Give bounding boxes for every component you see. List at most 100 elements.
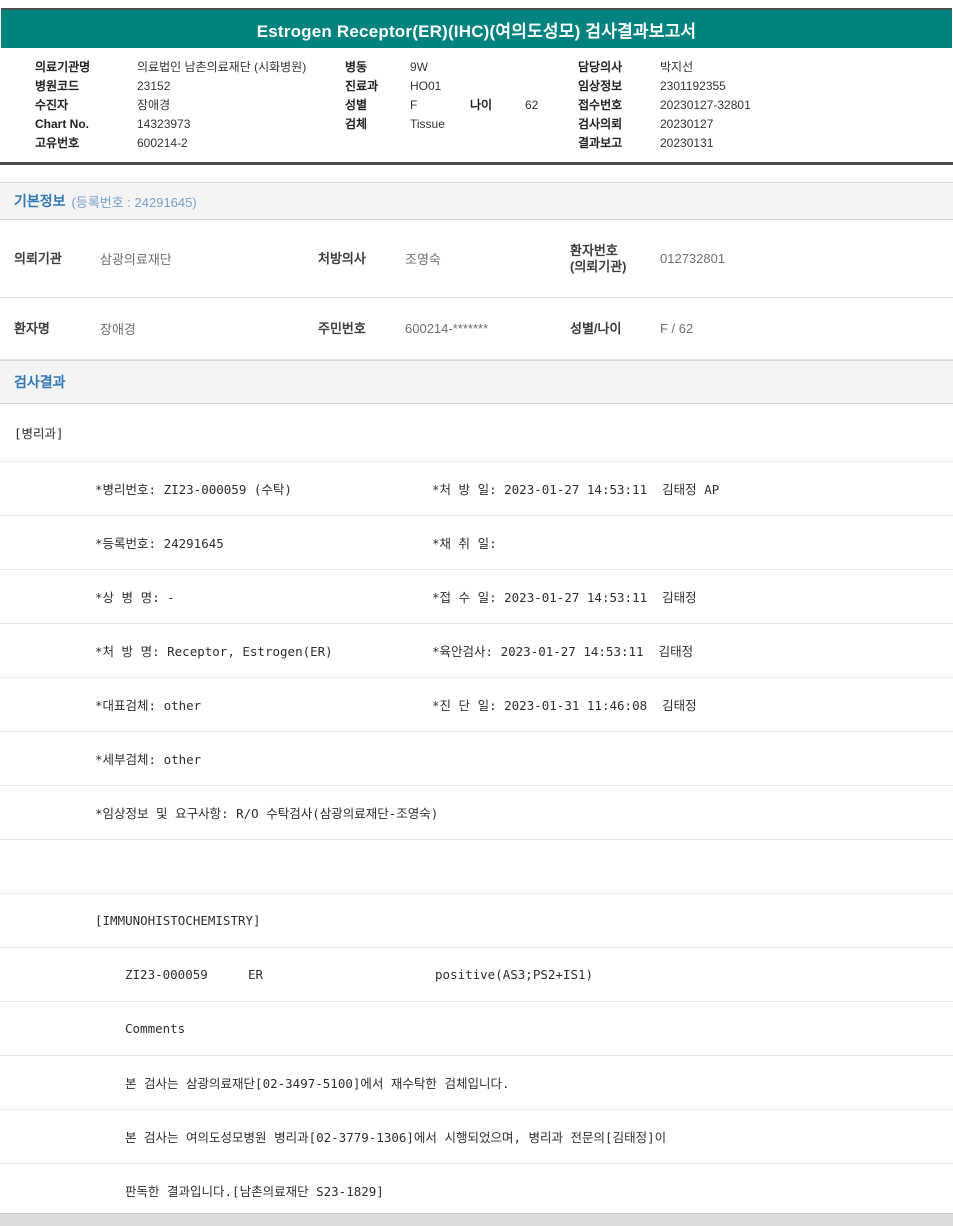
ihc-specimen-no: ZI23-000059 bbox=[125, 967, 208, 982]
field-row: 검체 Tissue bbox=[345, 115, 578, 134]
table-row: 의뢰기관 삼광의료재단 처방의사 조영숙 환자번호 (의뢰기관) 01273280… bbox=[0, 220, 953, 298]
field-label: 의뢰기관 bbox=[14, 250, 62, 266]
field-label: 병원코드 bbox=[35, 79, 80, 93]
results-table: [병리과] *병리번호: ZI23-000059 (수탁) *처 방 일: 20… bbox=[0, 404, 953, 1218]
field-label: 병동 bbox=[345, 60, 368, 74]
field-label: 검사의뢰 bbox=[578, 117, 623, 131]
field-label: 담당의사 bbox=[578, 60, 623, 74]
field-value: 600214-2 bbox=[137, 136, 188, 150]
field-value: 012732801 bbox=[660, 251, 726, 266]
result-row: *상 병 명: - *접 수 일: 2023-01-27 14:53:11 김태… bbox=[0, 570, 953, 624]
comment-line: 판독한 결과입니다.[남촌의료재단 S23-1829] bbox=[125, 1184, 384, 1199]
field-row: 검사의뢰 20230127 bbox=[578, 115, 953, 134]
field-row: 진료과 HO01 bbox=[345, 77, 578, 96]
section-title: 검사결과 bbox=[14, 374, 66, 390]
result-field-left: *대표검체: other bbox=[95, 698, 202, 713]
field-label: 결과보고 bbox=[578, 136, 623, 150]
field-row: 결과보고 20230131 bbox=[578, 134, 953, 153]
field-row: 병동 9W bbox=[345, 58, 578, 77]
field-value: HO01 bbox=[410, 79, 442, 93]
field-value: 장애경 bbox=[100, 322, 136, 337]
comment-row: 판독한 결과입니다.[남촌의료재단 S23-1829] bbox=[0, 1164, 953, 1218]
field-label: 환자번호 (의뢰기관) bbox=[570, 243, 660, 275]
section-title: 기본정보 bbox=[14, 193, 66, 209]
result-field-right: *처 방 일: 2023-01-27 14:53:11 김태정 AP bbox=[432, 482, 720, 497]
field-row: 임상정보 2301192355 bbox=[578, 77, 953, 96]
field-value: 장애경 bbox=[137, 98, 171, 112]
result-field-left: *등록번호: 24291645 bbox=[95, 536, 224, 551]
result-field-left: *병리번호: ZI23-000059 (수탁) bbox=[95, 482, 292, 497]
patient-header: 의료기관명 의료법인 남촌의료재단 (시화병원) 병원코드 23152 수진자 … bbox=[0, 48, 953, 165]
field-label: 환자명 bbox=[14, 320, 50, 336]
field-label: 진료과 bbox=[345, 79, 379, 93]
comments-header-row: Comments bbox=[0, 1002, 953, 1056]
field-value: Tissue bbox=[410, 117, 445, 131]
field-row: 수진자 장애경 bbox=[35, 96, 345, 115]
field-label: 고유번호 bbox=[35, 136, 80, 150]
field-value: 의료법인 남촌의료재단 (시화병원) bbox=[137, 60, 307, 74]
result-field-left: *상 병 명: - bbox=[95, 590, 175, 605]
field-value: 조영숙 bbox=[405, 252, 441, 267]
comment-row: 본 검사는 삼광의료재단[02-3497-5100]에서 재수탁한 검체입니다. bbox=[0, 1056, 953, 1110]
table-row: 환자명 장애경 주민번호 600214-******* 성별/나이 F / 62 bbox=[0, 298, 953, 360]
result-row: *임상정보 및 요구사항: R/O 수탁검사(삼광의료재단-조영숙) bbox=[0, 786, 953, 840]
patient-header-left-column: 의료기관명 의료법인 남촌의료재단 (시화병원) 병원코드 23152 수진자 … bbox=[35, 58, 345, 153]
field-value: 박지선 bbox=[660, 60, 694, 74]
field-label: 나이 bbox=[470, 98, 493, 112]
field-row: 성별 F 나이 62 bbox=[345, 96, 578, 115]
field-row: Chart No. 14323973 bbox=[35, 115, 345, 134]
basic-info-table: 의뢰기관 삼광의료재단 처방의사 조영숙 환자번호 (의뢰기관) 01273280… bbox=[0, 220, 953, 360]
field-value: 20230127 bbox=[660, 117, 714, 131]
ihc-test-name: ER bbox=[248, 967, 264, 982]
field-value: 23152 bbox=[137, 79, 171, 93]
field-label-line1: 환자번호 bbox=[570, 242, 618, 258]
field-label: 주민번호 bbox=[318, 320, 366, 336]
result-row: *대표검체: other *진 단 일: 2023-01-31 11:46:08… bbox=[0, 678, 953, 732]
field-label: 접수번호 bbox=[578, 98, 623, 112]
ihc-section-label: [IMMUNOHISTOCHEMISTRY] bbox=[95, 913, 261, 928]
field-label: 처방의사 bbox=[318, 250, 366, 266]
field-row: 병원코드 23152 bbox=[35, 77, 345, 96]
comment-line: 본 검사는 삼광의료재단[02-3497-5100]에서 재수탁한 검체입니다. bbox=[125, 1076, 510, 1091]
field-label: 임상정보 bbox=[578, 79, 623, 93]
report-title-bar: Estrogen Receptor(ER)(IHC)(여의도성모) 검사결과보고… bbox=[1, 10, 952, 48]
field-label: 수진자 bbox=[35, 98, 69, 112]
result-row: *병리번호: ZI23-000059 (수탁) *처 방 일: 2023-01-… bbox=[0, 462, 953, 516]
horizontal-scrollbar[interactable] bbox=[0, 1213, 953, 1226]
field-row: 담당의사 박지선 bbox=[578, 58, 953, 77]
field-value: 600214-******* bbox=[405, 321, 489, 336]
comment-line: 본 검사는 여의도성모병원 병리과[02-3779-1306]에서 시행되었으며… bbox=[125, 1130, 667, 1145]
field-value: 20230131 bbox=[660, 136, 714, 150]
result-field-right: *채 취 일: bbox=[432, 536, 497, 551]
ihc-result-row: ZI23-000059 ER positive(AS3;PS2+IS1) bbox=[0, 948, 953, 1002]
result-field-right: *육안검사: 2023-01-27 14:53:11 김태정 bbox=[432, 644, 694, 659]
patient-header-right-column: 담당의사 박지선 임상정보 2301192355 접수번호 20230127-3… bbox=[578, 58, 953, 153]
patient-header-middle-column: 병동 9W 진료과 HO01 성별 F 나이 62 검체 Tissue bbox=[345, 58, 578, 153]
field-value: 62 bbox=[525, 98, 539, 112]
field-label: 성별 bbox=[345, 98, 368, 112]
field-row: 고유번호 600214-2 bbox=[35, 134, 345, 153]
department-row: [병리과] bbox=[0, 404, 953, 462]
field-label: 의료기관명 bbox=[35, 60, 91, 74]
field-value: F bbox=[410, 98, 418, 112]
field-value: 삼광의료재단 bbox=[100, 252, 172, 267]
result-field-right: *진 단 일: 2023-01-31 11:46:08 김태정 bbox=[432, 698, 697, 713]
report-header-frame: Estrogen Receptor(ER)(IHC)(여의도성모) 검사결과보고… bbox=[1, 8, 952, 48]
report-title: Estrogen Receptor(ER)(IHC)(여의도성모) 검사결과보고… bbox=[256, 21, 697, 41]
result-field-left: *처 방 명: Receptor, Estrogen(ER) bbox=[95, 644, 333, 659]
field-label: Chart No. bbox=[35, 117, 89, 131]
field-value: 9W bbox=[410, 60, 428, 74]
field-value: 2301192355 bbox=[660, 79, 726, 93]
section-subtitle: (등록번호 : 24291645) bbox=[71, 194, 197, 210]
field-row: 의료기관명 의료법인 남촌의료재단 (시화병원) bbox=[35, 58, 345, 77]
result-field-left: *임상정보 및 요구사항: R/O 수탁검사(삼광의료재단-조영숙) bbox=[95, 806, 439, 821]
basic-info-section-header: 기본정보 (등록번호 : 24291645) bbox=[0, 182, 953, 220]
result-row-empty bbox=[0, 840, 953, 894]
department-label: [병리과] bbox=[14, 426, 64, 441]
field-value: 14323973 bbox=[137, 117, 191, 131]
result-field-right: *접 수 일: 2023-01-27 14:53:11 김태정 bbox=[432, 590, 697, 605]
field-label: 성별/나이 bbox=[570, 320, 622, 336]
field-value: 20230127-32801 bbox=[660, 98, 751, 112]
field-row: 접수번호 20230127-32801 bbox=[578, 96, 953, 115]
ihc-test-result: positive(AS3;PS2+IS1) bbox=[435, 967, 594, 982]
